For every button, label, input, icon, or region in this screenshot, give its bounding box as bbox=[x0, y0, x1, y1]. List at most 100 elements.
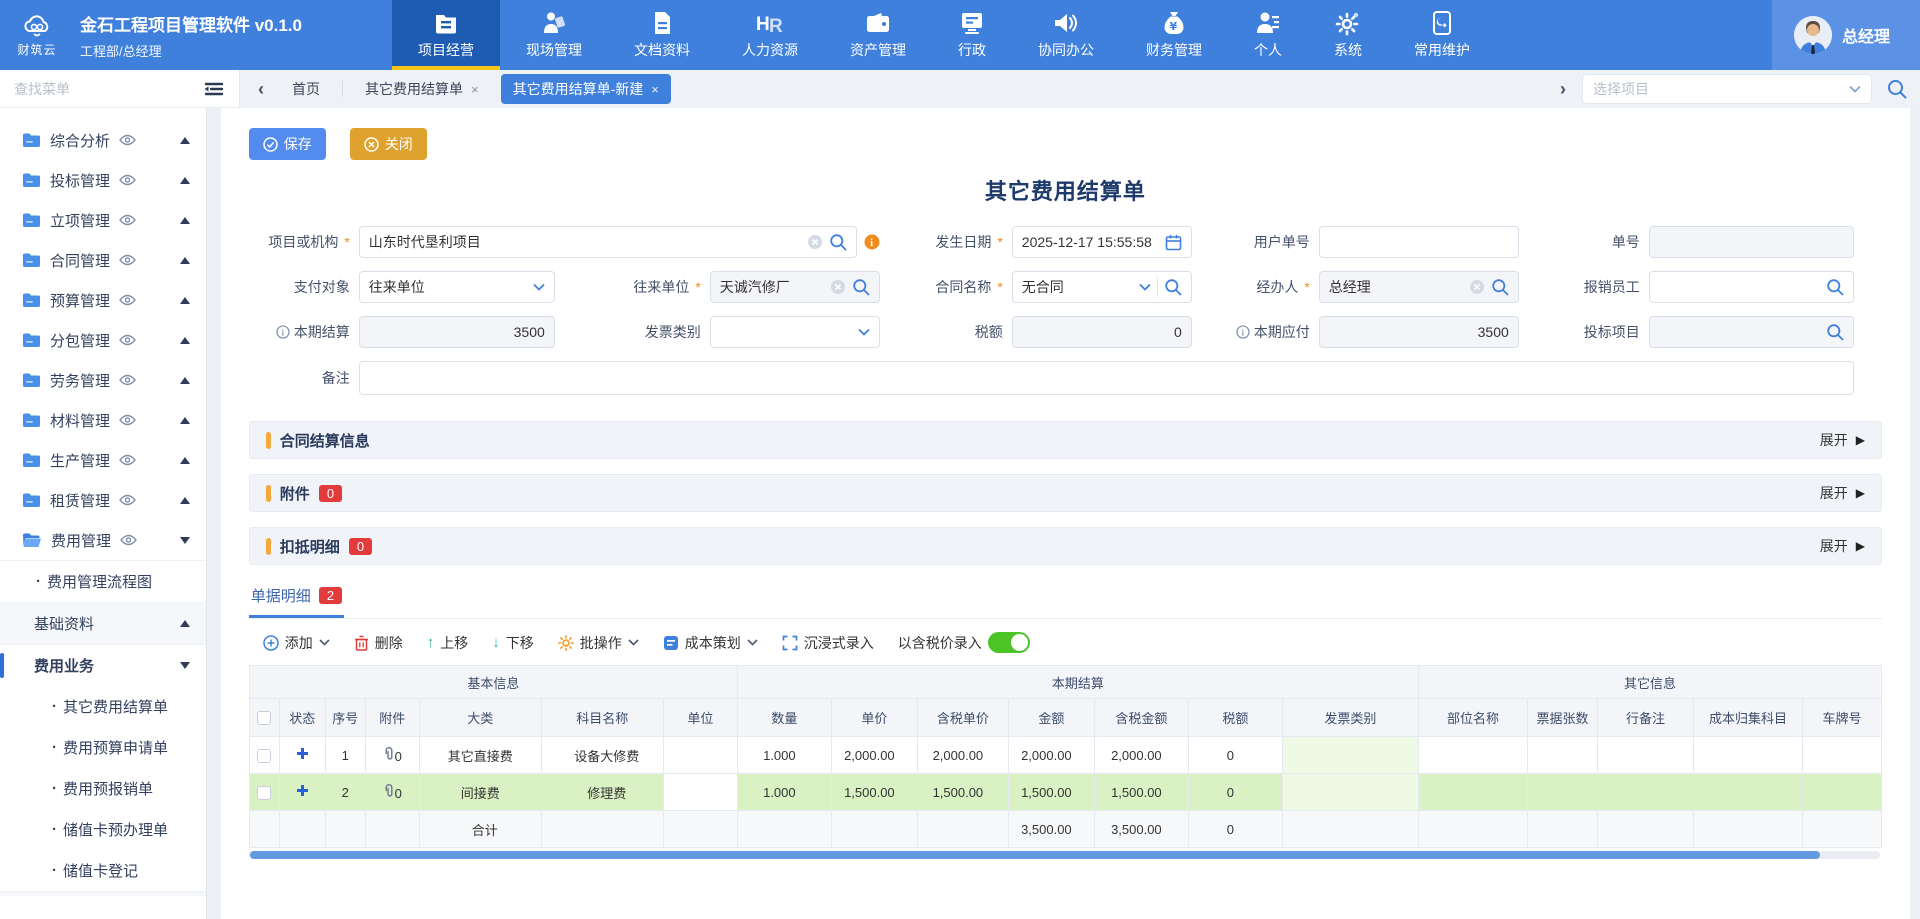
nav-item-hr[interactable]: HR人力资源 bbox=[716, 0, 824, 70]
eye-icon[interactable] bbox=[119, 134, 136, 146]
clear-icon[interactable] bbox=[830, 279, 846, 295]
eye-icon[interactable] bbox=[119, 334, 136, 346]
cell-other[interactable] bbox=[1802, 774, 1881, 811]
sidebar-folder[interactable]: 租赁管理 bbox=[0, 480, 206, 520]
cell-other[interactable] bbox=[1418, 774, 1527, 811]
tax-inclusive-toggle[interactable] bbox=[988, 632, 1030, 653]
field-tax-amount[interactable]: 0 bbox=[1012, 316, 1192, 348]
sidebar-item-base-data[interactable]: 基础资料 bbox=[0, 603, 206, 644]
toolbar-arrow-up[interactable]: ↑上移 bbox=[427, 633, 469, 653]
sidebar-folder[interactable]: 立项管理 bbox=[0, 200, 206, 240]
clear-icon[interactable] bbox=[1469, 279, 1485, 295]
project-select[interactable]: 选择项目 bbox=[1582, 74, 1872, 104]
field-project-org[interactable]: 山东时代垦利项目 bbox=[359, 226, 857, 258]
table-row[interactable]: 20间接费修理费1.0001,500.001,500.001,500.001,5… bbox=[249, 774, 1881, 811]
sidebar-folder[interactable]: 综合分析 bbox=[0, 120, 206, 160]
nav-item-site[interactable]: 现场管理 bbox=[500, 0, 608, 70]
horizontal-scrollbar[interactable] bbox=[249, 851, 1880, 859]
expand-button[interactable]: 展开▶ bbox=[1820, 430, 1865, 450]
clear-icon[interactable] bbox=[807, 234, 823, 250]
field-doc-no[interactable] bbox=[1649, 226, 1854, 258]
table-row[interactable]: 10其它直接费设备大修费1.0002,000.002,000.002,000.0… bbox=[249, 737, 1881, 774]
menu-search-input[interactable]: 查找菜单 bbox=[14, 79, 70, 99]
sidebar-item-expense-business[interactable]: 费用业务 bbox=[0, 645, 206, 686]
field-current-settlement[interactable]: 3500 bbox=[359, 316, 555, 348]
tabs-scroll-right-icon[interactable]: › bbox=[1554, 79, 1572, 100]
search-icon[interactable] bbox=[1826, 278, 1844, 296]
nav-item-wallet[interactable]: 资产管理 bbox=[824, 0, 932, 70]
toolbar-plan[interactable]: 成本策划 bbox=[663, 633, 758, 653]
expand-button[interactable]: 展开▶ bbox=[1820, 483, 1865, 503]
sidebar-folder[interactable]: 投标管理 bbox=[0, 160, 206, 200]
sidebar-leaf-item[interactable]: 费用预算申请单 bbox=[0, 727, 206, 768]
info-icon[interactable]: i bbox=[864, 234, 880, 250]
section-contract-settlement[interactable]: 合同结算信息展开▶ bbox=[249, 421, 1882, 459]
field-remark[interactable] bbox=[359, 361, 1854, 395]
toolbar-plus-circle[interactable]: 添加 bbox=[263, 633, 330, 653]
cell-unit[interactable] bbox=[663, 774, 737, 811]
field-contract-name[interactable]: 无合同 bbox=[1012, 271, 1192, 303]
eye-icon[interactable] bbox=[119, 374, 136, 386]
sidebar-leaf-item[interactable]: 储值卡登记 bbox=[0, 850, 206, 891]
nav-item-maintenance[interactable]: 常用维护 bbox=[1388, 0, 1496, 70]
field-handler[interactable]: 总经理 bbox=[1319, 271, 1519, 303]
search-icon[interactable] bbox=[852, 278, 870, 296]
field-current-payable[interactable]: 3500 bbox=[1319, 316, 1519, 348]
nav-item-briefcase[interactable]: 项目经营 bbox=[392, 0, 500, 70]
toolbar-gear[interactable]: 批操作 bbox=[558, 633, 639, 653]
row-checkbox[interactable] bbox=[257, 786, 271, 800]
sidebar-folder[interactable]: 分包管理 bbox=[0, 320, 206, 360]
sidebar-item-flowchart[interactable]: 费用管理流程图 bbox=[0, 561, 206, 602]
eye-icon[interactable] bbox=[119, 214, 136, 226]
cell-invoice-type[interactable] bbox=[1282, 737, 1418, 774]
eye-icon[interactable] bbox=[119, 454, 136, 466]
section-deduction-detail[interactable]: 扣抵明细0展开▶ bbox=[249, 527, 1882, 565]
nav-item-monitor[interactable]: 行政 bbox=[932, 0, 1012, 70]
toolbar-fullscreen[interactable]: 沉浸式录入 bbox=[782, 633, 874, 653]
close-tab-icon[interactable]: × bbox=[651, 82, 659, 97]
eye-icon[interactable] bbox=[119, 494, 136, 506]
nav-item-moneybag[interactable]: ¥财务管理 bbox=[1120, 0, 1228, 70]
sidebar-folder[interactable]: 合同管理 bbox=[0, 240, 206, 280]
cell-other[interactable] bbox=[1597, 774, 1693, 811]
close-button[interactable]: 关闭 bbox=[350, 128, 427, 160]
eye-icon[interactable] bbox=[119, 414, 136, 426]
cell-other[interactable] bbox=[1527, 737, 1597, 774]
field-user-doc-no[interactable] bbox=[1319, 226, 1519, 258]
user-menu[interactable]: 总经理 bbox=[1772, 0, 1920, 70]
field-counterparty[interactable]: 天诚汽修厂 bbox=[710, 271, 880, 303]
calendar-icon[interactable] bbox=[1165, 234, 1182, 251]
sidebar-folder-expanded[interactable]: 费用管理 bbox=[0, 520, 206, 560]
cell-invoice-type[interactable] bbox=[1282, 774, 1418, 811]
close-tab-icon[interactable]: × bbox=[471, 82, 479, 97]
row-checkbox[interactable] bbox=[257, 749, 271, 763]
field-pay-target[interactable]: 往来单位 bbox=[359, 271, 555, 303]
cell-other[interactable] bbox=[1527, 774, 1597, 811]
cell-other[interactable] bbox=[1693, 774, 1802, 811]
project-search-icon[interactable] bbox=[1886, 78, 1908, 100]
cell-other[interactable] bbox=[1418, 737, 1527, 774]
field-occur-date[interactable]: 2025-12-17 15:55:58 bbox=[1012, 226, 1192, 258]
eye-icon[interactable] bbox=[119, 254, 136, 266]
sidebar-leaf-item[interactable]: 费用预报销单 bbox=[0, 768, 206, 809]
toolbar-trash[interactable]: 删除 bbox=[354, 633, 403, 653]
cell-other[interactable] bbox=[1693, 737, 1802, 774]
search-icon[interactable] bbox=[829, 233, 847, 251]
sidebar-leaf-item[interactable]: 储值卡预办理单 bbox=[0, 809, 206, 850]
chevron-down-icon[interactable] bbox=[1139, 283, 1151, 291]
search-icon[interactable] bbox=[1826, 323, 1844, 341]
field-bid-project[interactable] bbox=[1649, 316, 1854, 348]
collapse-sidebar-icon[interactable] bbox=[203, 80, 225, 98]
eye-icon[interactable] bbox=[119, 294, 136, 306]
chevron-down-icon[interactable] bbox=[533, 283, 545, 291]
scrollbar-thumb[interactable] bbox=[250, 851, 1820, 859]
tab-detail-lines[interactable]: 单据明细 2 bbox=[249, 585, 344, 618]
sidebar-folder[interactable]: 预算管理 bbox=[0, 280, 206, 320]
eye-icon[interactable] bbox=[120, 534, 137, 546]
sidebar-leaf-item[interactable]: 其它费用结算单 bbox=[0, 686, 206, 727]
sidebar-folder[interactable]: 劳务管理 bbox=[0, 360, 206, 400]
field-invoice-type[interactable] bbox=[710, 316, 880, 348]
field-reimburse-employee[interactable] bbox=[1649, 271, 1854, 303]
eye-icon[interactable] bbox=[119, 174, 136, 186]
nav-item-document[interactable]: 文档资料 bbox=[608, 0, 716, 70]
